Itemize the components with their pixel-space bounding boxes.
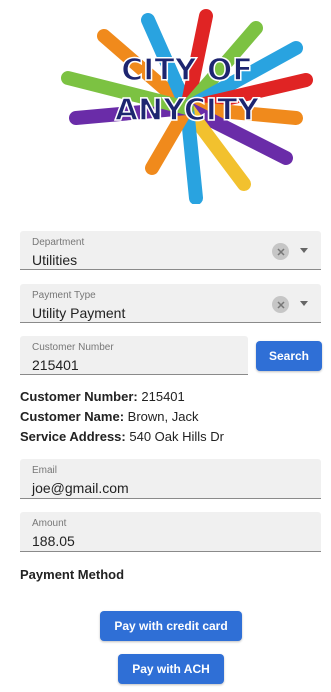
amount-label: Amount	[32, 518, 67, 529]
logo-line1: CITY OF	[121, 53, 253, 88]
service-address-info: Service Address: 540 Oak Hills Dr	[20, 429, 224, 444]
department-select[interactable]: Department Utilities	[20, 231, 321, 270]
customer-number-value: 215401	[32, 357, 79, 373]
clear-icon[interactable]	[272, 296, 289, 313]
amount-value: 188.05	[32, 533, 75, 549]
customer-number-info-value: 215401	[141, 389, 185, 404]
email-label: Email	[32, 465, 58, 476]
customer-number-info-label: Customer Number:	[20, 389, 138, 404]
customer-name-info: Customer Name: Brown, Jack	[20, 409, 198, 424]
customer-number-input[interactable]: Customer Number 215401	[20, 336, 248, 375]
chevron-down-icon[interactable]	[300, 301, 308, 306]
clear-icon[interactable]	[272, 243, 289, 260]
service-address-info-value: 540 Oak Hills Dr	[129, 429, 225, 444]
payment-type-label: Payment Type	[32, 290, 96, 301]
customer-name-info-label: Customer Name:	[20, 409, 125, 424]
starburst-logo-graphic: CITY OF ANYCITY	[61, 9, 313, 204]
logo-line2: ANYCITY	[115, 93, 261, 128]
service-address-info-label: Service Address:	[20, 429, 126, 444]
payment-type-value: Utility Payment	[32, 305, 126, 321]
customer-number-info: Customer Number: 215401	[20, 389, 185, 404]
city-logo: CITY OF ANYCITY	[56, 8, 318, 204]
email-field[interactable]: Email joe@gmail.com	[20, 459, 321, 499]
pay-with-ach-button[interactable]: Pay with ACH	[118, 654, 224, 684]
customer-number-label: Customer Number	[32, 342, 114, 353]
customer-name-info-value: Brown, Jack	[127, 409, 199, 424]
chevron-down-icon[interactable]	[300, 248, 308, 253]
payment-method-title: Payment Method	[20, 567, 125, 582]
search-button[interactable]: Search	[256, 341, 322, 371]
department-label: Department	[32, 237, 85, 248]
department-value: Utilities	[32, 252, 78, 268]
email-value: joe@gmail.com	[32, 480, 129, 496]
pay-with-credit-card-button[interactable]: Pay with credit card	[100, 611, 242, 641]
payment-type-select[interactable]: Payment Type Utility Payment	[20, 284, 321, 323]
amount-field[interactable]: Amount 188.05	[20, 512, 321, 552]
